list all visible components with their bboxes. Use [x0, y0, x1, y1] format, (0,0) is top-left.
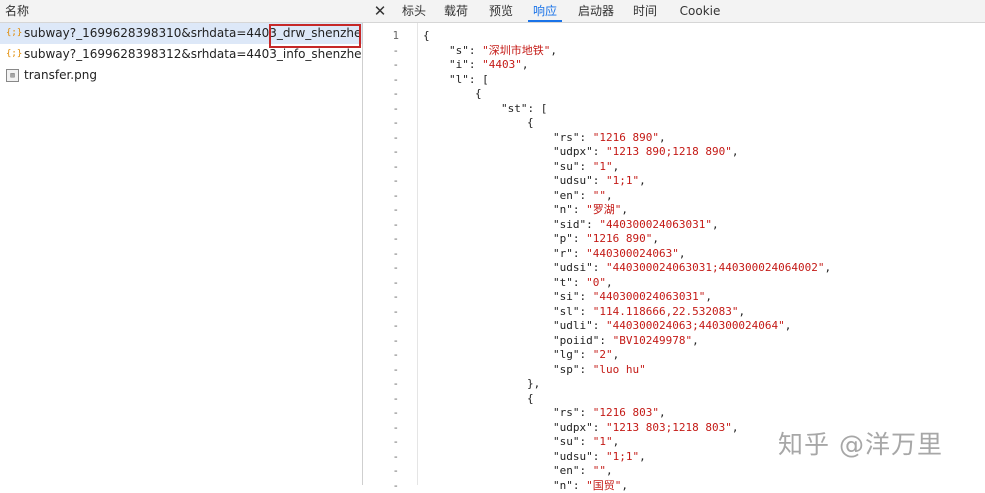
- code-line: "en": "",: [423, 189, 831, 204]
- code-line: "r": "440300024063",: [423, 247, 831, 262]
- file-row[interactable]: ▨ transfer.png: [0, 65, 362, 86]
- line-number: -: [362, 363, 417, 378]
- line-number: -: [362, 406, 417, 421]
- code-line: "st": [: [423, 102, 831, 117]
- code-line: "udli": "440300024063;440300024064",: [423, 319, 831, 334]
- line-number: -: [362, 464, 417, 479]
- line-number: -: [362, 290, 417, 305]
- code-line: },: [423, 377, 831, 392]
- line-number: -: [362, 334, 417, 349]
- tab-2[interactable]: 预览: [484, 0, 518, 22]
- line-number: -: [362, 189, 417, 204]
- code-line: "si": "440300024063031",: [423, 290, 831, 305]
- line-number: -: [362, 450, 417, 465]
- json-icon: {;}: [6, 48, 19, 61]
- line-number: -: [362, 479, 417, 493]
- json-icon: {;}: [6, 27, 19, 40]
- line-number: -: [362, 305, 417, 320]
- line-number: -: [362, 174, 417, 189]
- tab-1[interactable]: 载荷: [439, 0, 473, 22]
- highlight-box: [269, 24, 361, 48]
- line-number: -: [362, 58, 417, 73]
- code-line: "t": "0",: [423, 276, 831, 291]
- line-number: -: [362, 203, 417, 218]
- line-number: -: [362, 44, 417, 59]
- line-number: -: [362, 319, 417, 334]
- tab-6[interactable]: Cookie: [674, 0, 726, 22]
- code-line: "l": [: [423, 73, 831, 88]
- code-line: {: [423, 87, 831, 102]
- code-line: "rs": "1216 803",: [423, 406, 831, 421]
- code-line: "n": "罗湖",: [423, 203, 831, 218]
- image-file-icon: ▨: [6, 69, 19, 82]
- code-line: "sid": "440300024063031",: [423, 218, 831, 233]
- code-line: "udpx": "1213 803;1218 803",: [423, 421, 831, 436]
- code-line: "p": "1216 890",: [423, 232, 831, 247]
- tab-4[interactable]: 启动器: [572, 0, 620, 22]
- code-line: "s": "深圳市地铁",: [423, 44, 831, 59]
- code-line: "udpx": "1213 890;1218 890",: [423, 145, 831, 160]
- file-name: transfer.png: [24, 68, 97, 82]
- tab-3[interactable]: 响应: [528, 0, 562, 22]
- code-line: "en": "",: [423, 464, 831, 479]
- code-line: "lg": "2",: [423, 348, 831, 363]
- code-line: "su": "1",: [423, 160, 831, 175]
- request-list-panel: 名称 {;}subway?_1699628398310&srhdata=4403…: [0, 0, 363, 485]
- line-number: -: [362, 247, 417, 262]
- line-number: -: [362, 87, 417, 102]
- code-line: {: [423, 29, 831, 44]
- line-number: -: [362, 348, 417, 363]
- code-line: "udsu": "1;1",: [423, 174, 831, 189]
- line-number: -: [362, 73, 417, 88]
- line-number: -: [362, 218, 417, 233]
- line-number: -: [362, 392, 417, 407]
- line-number: -: [362, 131, 417, 146]
- code-line: "sl": "114.118666,22.532083",: [423, 305, 831, 320]
- code-line: {: [423, 116, 831, 131]
- gutter-divider: [417, 23, 418, 485]
- watermark: 知乎 @洋万里: [778, 425, 943, 461]
- name-column-header[interactable]: 名称: [0, 0, 362, 23]
- line-number: -: [362, 276, 417, 291]
- line-number: -: [362, 160, 417, 175]
- line-number: -: [362, 116, 417, 131]
- code-line: {: [423, 392, 831, 407]
- code-line: "rs": "1216 890",: [423, 131, 831, 146]
- line-number: -: [362, 261, 417, 276]
- code-line: "poiid": "BV10249978",: [423, 334, 831, 349]
- line-number: -: [362, 232, 417, 247]
- line-number: -: [362, 377, 417, 392]
- line-number-gutter: 1-------------------------------: [362, 29, 417, 493]
- code-line: "udsi": "440300024063031;440300024064002…: [423, 261, 831, 276]
- code-line: "udsu": "1;1",: [423, 450, 831, 465]
- response-code[interactable]: {"s": "深圳市地铁","i": "4403","l": [{"st": […: [423, 29, 831, 493]
- line-number: -: [362, 102, 417, 117]
- line-number: 1: [362, 29, 417, 44]
- code-line: "i": "4403",: [423, 58, 831, 73]
- line-number: -: [362, 145, 417, 160]
- close-icon[interactable]: ✕: [372, 0, 388, 22]
- code-line: "n": "国贸",: [423, 479, 831, 493]
- tab-5[interactable]: 时间: [628, 0, 662, 22]
- code-line: "sp": "luo hu": [423, 363, 831, 378]
- line-number: -: [362, 435, 417, 450]
- detail-tabs: ✕ 标头载荷预览响应启动器时间 Cookie: [362, 0, 985, 23]
- file-name: subway?_1699628398312&srhdata=4403_info_…: [24, 47, 362, 61]
- code-line: "su": "1",: [423, 435, 831, 450]
- tab-0[interactable]: 标头: [397, 0, 431, 22]
- response-panel: ✕ 标头载荷预览响应启动器时间Cookie 1-----------------…: [362, 0, 985, 485]
- line-number: -: [362, 421, 417, 436]
